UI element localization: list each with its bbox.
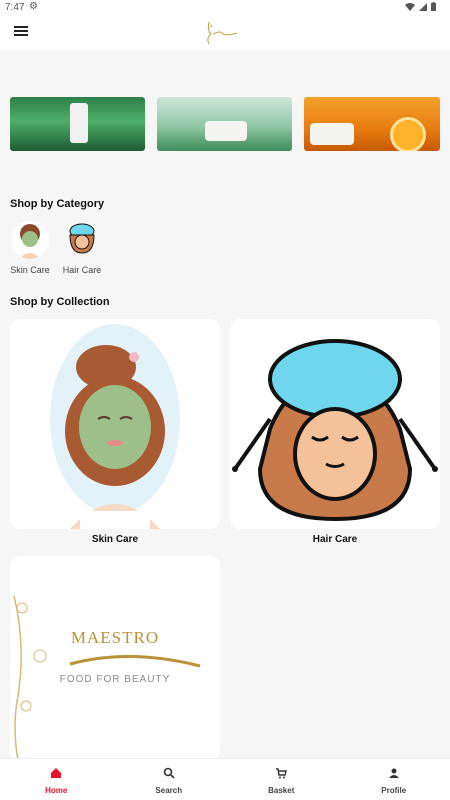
status-time: 7:47 [5,2,25,13]
collection-label: Hair Care [312,534,358,545]
battery-icon [431,2,436,11]
promo-banner-jar[interactable] [157,97,292,151]
home-icon [51,768,62,778]
skin-care-avatar [11,221,49,259]
signal-icon [419,2,427,11]
nav-search[interactable]: Search [113,759,226,800]
wifi-icon [405,2,415,11]
search-icon [163,767,175,779]
category-label: Hair Care [62,265,102,275]
hair-care-illustration [232,339,438,522]
collection-card-maestro[interactable]: MAESTRO FOOD FOR BEAUTY [10,556,220,760]
maestro-brand-name: MAESTRO [70,628,160,647]
category-section-title: Shop by Category [10,198,105,210]
orange-slice-image [390,117,426,151]
collection-card-hair-care[interactable] [230,319,440,529]
nav-profile[interactable]: Profile [338,759,450,800]
collection-label: Skin Care [91,534,139,545]
orange-cream-jar-image [310,123,354,145]
menu-icon[interactable] [14,26,28,38]
spray-bottle-image [70,103,88,143]
category-hair-care[interactable]: Hair Care [60,221,104,275]
status-bar: 7:47 ⚙ [0,0,450,14]
nav-label: Basket [268,786,295,795]
collection-section-title: Shop by Collection [10,296,110,308]
nav-label: Home [45,786,68,795]
hair-care-avatar [63,221,101,259]
skin-care-illustration [50,324,180,529]
maestro-tagline: FOOD FOR BEAUTY [59,674,171,685]
promo-banner-spray[interactable] [10,97,145,151]
brand-logo [207,21,238,45]
top-app-bar [0,14,450,50]
cart-icon [276,768,288,779]
cream-jar-image [205,121,247,141]
maestro-floral-decoration [13,595,201,760]
settings-gear-icon: ⚙ [29,1,38,12]
status-icons [405,2,436,11]
category-label: Skin Care [10,265,50,275]
profile-icon [388,768,399,778]
collection-card-skin-care[interactable] [10,319,220,529]
nav-home[interactable]: Home [0,759,113,800]
nav-basket[interactable]: Basket [225,759,338,800]
nav-label: Profile [381,786,407,795]
bottom-navigation: Home Search Basket Profile [0,758,450,800]
category-skin-care[interactable]: Skin Care [8,221,52,275]
nav-label: Search [155,786,183,795]
promo-banner-orange[interactable] [304,97,440,151]
